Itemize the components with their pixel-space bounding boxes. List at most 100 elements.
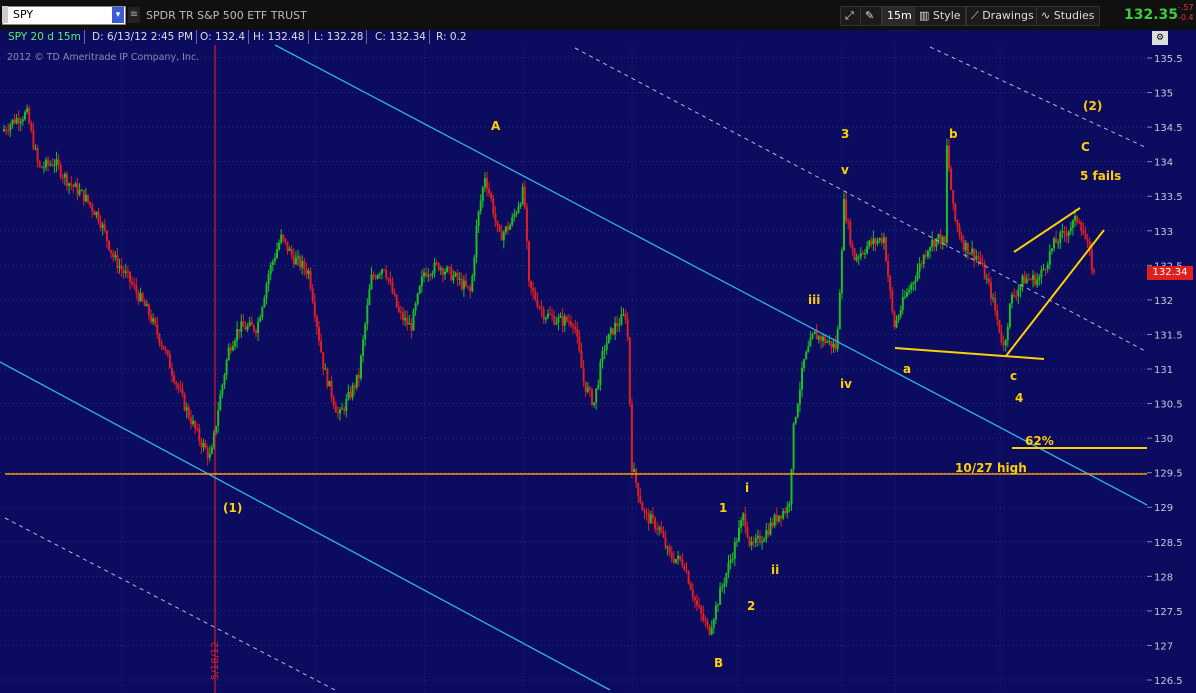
candle-body	[830, 340, 833, 348]
candle-body	[687, 571, 690, 584]
candle-body	[525, 207, 528, 242]
candle-body	[958, 226, 961, 236]
candle-body	[546, 313, 549, 318]
candle-body	[815, 331, 818, 340]
candle-body	[301, 261, 304, 268]
candle-body	[366, 305, 369, 325]
candle-body	[404, 317, 407, 321]
candle-body	[433, 262, 436, 274]
candle-body	[801, 367, 803, 390]
candle-body	[479, 200, 482, 212]
annotation-wave-2: (2)	[1083, 99, 1102, 113]
annotation-B: B	[714, 656, 723, 670]
candle-body	[280, 234, 283, 243]
y-tick-label: 134	[1154, 158, 1173, 169]
candle-body	[137, 292, 140, 302]
candle-body	[784, 511, 787, 513]
candle-body	[1000, 331, 1003, 343]
y-tick-label: 135	[1154, 89, 1173, 100]
current-price-tag: 132.34	[1147, 266, 1193, 280]
info-range: R: 0.2	[436, 31, 467, 43]
candle-body	[987, 278, 990, 283]
channel-dashed-line-3	[4, 517, 336, 691]
candle-body	[101, 224, 104, 228]
candle-body	[40, 166, 43, 168]
candle-body	[198, 428, 201, 441]
candle-body	[595, 388, 598, 403]
candle-body	[1063, 230, 1066, 234]
candle-body	[1032, 275, 1034, 280]
candle-body	[38, 161, 41, 167]
y-tick-label: 126.5	[1154, 676, 1183, 687]
price-chart[interactable]: 135.5135134.5134133.5133132.5132131.5131…	[0, 0, 1196, 693]
candle-body	[706, 621, 709, 626]
candle-body	[147, 304, 150, 316]
candle-body	[836, 329, 839, 350]
y-tick-label: 133	[1154, 227, 1173, 238]
candle-body	[954, 203, 957, 221]
annotation-iv: iv	[840, 377, 852, 391]
annotation-C: C	[1081, 140, 1090, 154]
candle-body	[1006, 326, 1009, 341]
candle-body	[202, 443, 205, 448]
candle-body	[635, 469, 638, 484]
candle-body	[746, 527, 749, 538]
candle-body	[49, 163, 52, 165]
candle-body	[252, 325, 255, 331]
candle-body	[420, 276, 423, 286]
candle-body	[769, 522, 772, 535]
candle-body	[502, 232, 505, 241]
candle-body	[456, 272, 459, 280]
candle-body	[378, 273, 381, 276]
candle-body	[798, 389, 801, 405]
annotation-fails: 5 fails	[1080, 169, 1121, 183]
candle-body	[19, 121, 22, 124]
candle-body	[173, 375, 176, 383]
candle-body	[794, 417, 797, 424]
candle-body	[691, 589, 694, 598]
candle-body	[561, 315, 564, 326]
candle-body	[439, 268, 442, 271]
candle-body	[582, 367, 585, 382]
candle-body	[477, 211, 480, 226]
candle-body	[729, 559, 732, 563]
candle-body	[42, 167, 45, 169]
candle-body	[914, 280, 917, 283]
candle-body	[618, 324, 621, 326]
candle-body	[578, 336, 581, 352]
candle-body	[538, 306, 541, 308]
candle-body	[534, 291, 537, 300]
candle-body	[408, 323, 411, 325]
candle-body	[265, 284, 268, 298]
candle-body	[179, 388, 182, 390]
channel-dashed-line-2	[929, 46, 1148, 149]
candle-body	[469, 287, 472, 292]
candle-body	[754, 538, 757, 543]
candle-body	[700, 606, 703, 614]
candle-body	[286, 241, 289, 251]
y-tick-label: 130	[1154, 434, 1173, 445]
candle-body	[557, 317, 560, 323]
candle-body	[742, 513, 745, 521]
candle-body	[1061, 230, 1064, 233]
chart-settings-icon[interactable]: ⚙	[1152, 31, 1168, 45]
candle-body	[385, 269, 388, 278]
candle-body	[343, 408, 346, 411]
candle-body	[859, 253, 862, 257]
candle-body	[318, 326, 320, 341]
candle-body	[9, 124, 12, 131]
candle-body	[952, 189, 955, 204]
candle-body	[870, 240, 873, 245]
candle-body	[334, 405, 337, 413]
candle-body	[114, 255, 117, 258]
candle-body	[141, 293, 144, 301]
candle-body	[238, 329, 241, 332]
candle-body	[160, 343, 163, 346]
candle-body	[882, 237, 885, 243]
candle-body	[878, 238, 881, 241]
candle-body	[402, 312, 404, 321]
candle-body	[28, 108, 31, 124]
candle-body	[441, 268, 444, 275]
candle-body	[1004, 340, 1007, 345]
candle-body	[97, 211, 100, 222]
